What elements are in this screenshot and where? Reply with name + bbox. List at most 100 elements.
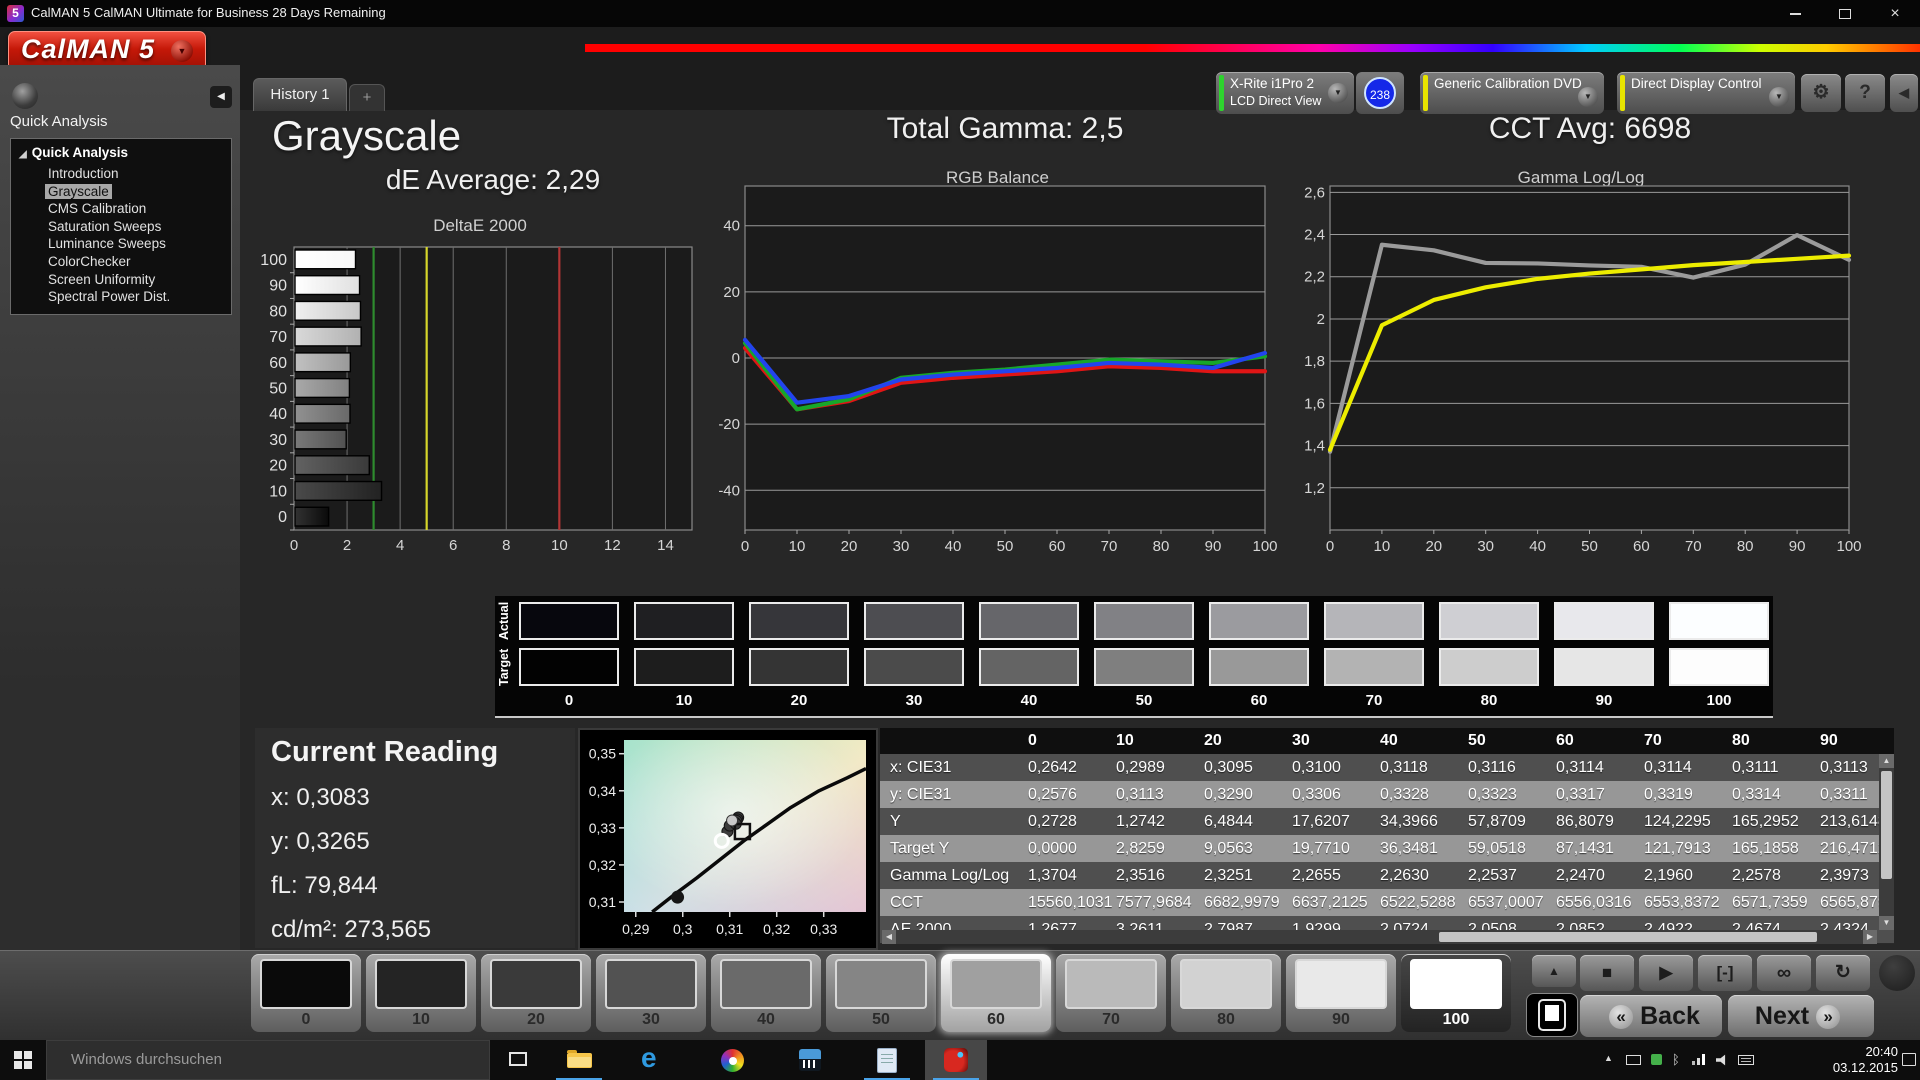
minimize-button[interactable] (1770, 0, 1820, 27)
sidebar-item-colorchecker[interactable]: ColorChecker (45, 254, 134, 269)
sidebar-header: Quick Analysis (10, 113, 108, 130)
svg-text:80: 80 (1153, 538, 1170, 555)
sidebar-item-introduction[interactable]: Introduction (45, 166, 122, 181)
action-center-icon[interactable] (1902, 1053, 1916, 1066)
pattern-button-10[interactable]: 10 (366, 954, 476, 1032)
chevron-down-icon[interactable]: ▼ (1769, 87, 1789, 107)
next-button[interactable]: Next» (1728, 995, 1874, 1037)
chevron-down-icon[interactable]: ▼ (1578, 87, 1598, 107)
keyboard-tray-icon[interactable] (1738, 1055, 1754, 1065)
show-hidden-icons[interactable]: ▲ (1604, 1053, 1613, 1063)
taskbar-file-explorer[interactable] (548, 1040, 610, 1080)
target-patch-0 (519, 648, 619, 686)
tree-expander-icon[interactable]: ◢ (19, 149, 27, 160)
pattern-button-30[interactable]: 30 (596, 954, 706, 1032)
pattern-button-20[interactable]: 20 (481, 954, 591, 1032)
notepad-icon (877, 1048, 897, 1073)
status-led (1879, 955, 1915, 991)
svg-text:40: 40 (945, 538, 962, 555)
task-view-button[interactable] (496, 1040, 540, 1080)
window-pattern-button[interactable] (1526, 993, 1578, 1037)
chevron-down-icon[interactable]: ▼ (1328, 83, 1348, 103)
pattern-button-100[interactable]: 100 (1401, 954, 1511, 1032)
horizontal-scroll-thumb[interactable] (1439, 932, 1817, 942)
display-control-dropdown[interactable]: Direct Display Control ▼ (1617, 72, 1795, 114)
add-tab-button[interactable]: + (349, 84, 385, 111)
taskbar-clock[interactable]: 20:40 03.12.2015 (1833, 1044, 1898, 1076)
table-row-label: Y (880, 813, 1024, 831)
taskbar-search-input[interactable]: Windows durchsuchen (46, 1040, 490, 1080)
pattern-button-50[interactable]: 50 (826, 954, 936, 1032)
taskbar-media-app[interactable] (779, 1040, 841, 1080)
network-signal-tray-icon[interactable] (1692, 1054, 1706, 1065)
pattern-button-90[interactable]: 90 (1286, 954, 1396, 1032)
pattern-button-40[interactable]: 40 (711, 954, 821, 1032)
pattern-button-label: 100 (1401, 1011, 1511, 1029)
taskbar-paint-app[interactable] (702, 1040, 764, 1080)
table-header-cell: 30 (1288, 732, 1376, 750)
scroll-right-icon[interactable]: ▶ (1863, 930, 1877, 944)
bluetooth-tray-icon[interactable]: ᛒ (1672, 1052, 1680, 1067)
actual-patch-100 (1669, 602, 1769, 640)
stop-button[interactable]: ■ (1580, 955, 1634, 991)
sidebar: ◀ Quick Analysis ◢Quick Analysis Introdu… (0, 65, 240, 950)
sidebar-item-spectral-power-dist-[interactable]: Spectral Power Dist. (45, 289, 173, 304)
patch-level-label: 80 (1437, 692, 1541, 709)
pattern-button-60[interactable]: 60 (941, 954, 1051, 1032)
meter-source-dropdown[interactable]: X-Rite i1Pro 2 LCD Direct View ▼ (1216, 72, 1354, 114)
table-header-cell: 40 (1376, 732, 1464, 750)
taskbar-calman[interactable] (925, 1040, 987, 1080)
collapse-panel-icon[interactable]: ◀ (1890, 74, 1918, 112)
pattern-button-70[interactable]: 70 (1056, 954, 1166, 1032)
scroll-left-icon[interactable]: ◀ (882, 930, 896, 944)
svg-text:-40: -40 (718, 482, 740, 499)
table-horizontal-scrollbar[interactable]: ◀ ▶ (882, 930, 1877, 944)
close-button[interactable]: × (1870, 0, 1920, 27)
table-cell: 19,7710 (1288, 840, 1376, 858)
green-status-tray-icon[interactable] (1651, 1054, 1662, 1065)
table-vertical-scrollbar[interactable]: ▲ ▼ (1879, 754, 1894, 930)
loop-button[interactable]: ∞ (1757, 955, 1811, 991)
meter-count-badge[interactable]: 238 (1364, 77, 1396, 109)
sidebar-collapse-icon[interactable]: ◀ (210, 86, 232, 108)
table-cell: 6522,5288 (1376, 894, 1464, 912)
pattern-button-0[interactable]: 0 (251, 954, 361, 1032)
eject-up-icon[interactable]: ▲ (1532, 955, 1576, 987)
table-cell: 57,8709 (1464, 813, 1552, 831)
task-view-icon (509, 1052, 527, 1066)
step-button[interactable]: [-] (1698, 955, 1752, 991)
spectrum-bar (585, 44, 1920, 52)
deltae-bar-80 (295, 301, 360, 320)
pattern-patch (1065, 959, 1157, 1009)
table-cell: 2,1960 (1640, 867, 1728, 885)
start-button[interactable] (0, 1040, 46, 1080)
svg-text:20: 20 (723, 284, 740, 301)
back-button[interactable]: «Back (1580, 995, 1722, 1037)
table-row-label: Gamma Log/Log (880, 867, 1024, 885)
monitor-tray-icon[interactable] (1626, 1055, 1641, 1065)
speaker-tray-icon[interactable] (1716, 1054, 1729, 1066)
svg-text:90: 90 (269, 278, 287, 295)
sidebar-item-screen-uniformity[interactable]: Screen Uniformity (45, 272, 158, 287)
help-icon[interactable]: ? (1845, 74, 1885, 112)
sidebar-item-luminance-sweeps[interactable]: Luminance Sweeps (45, 236, 169, 251)
tab-history-1[interactable]: History 1 (253, 78, 347, 111)
sidebar-item-cms-calibration[interactable]: CMS Calibration (45, 201, 149, 216)
taskbar-notepad[interactable] (856, 1040, 918, 1080)
pattern-button-label: 30 (596, 1011, 706, 1029)
scroll-up-icon[interactable]: ▲ (1879, 754, 1894, 768)
refresh-button[interactable]: ↻ (1816, 955, 1870, 991)
play-button[interactable]: ▶ (1639, 955, 1693, 991)
tree-root-quick-analysis[interactable]: ◢Quick Analysis (19, 145, 128, 160)
logo-dropdown-icon[interactable]: ▼ (171, 40, 193, 62)
scroll-down-icon[interactable]: ▼ (1879, 916, 1894, 930)
sidebar-item-saturation-sweeps[interactable]: Saturation Sweeps (45, 219, 164, 234)
vertical-scroll-thumb[interactable] (1881, 771, 1892, 879)
sidebar-item-grayscale[interactable]: Grayscale (45, 184, 112, 199)
maximize-button[interactable] (1820, 0, 1870, 27)
taskbar-edge[interactable]: e (625, 1040, 687, 1080)
pattern-source-dropdown[interactable]: Generic Calibration DVD ▼ (1420, 72, 1604, 114)
pattern-button-80[interactable]: 80 (1171, 954, 1281, 1032)
gear-icon[interactable]: ⚙ (1801, 74, 1841, 112)
table-cell: 2,8259 (1112, 840, 1200, 858)
